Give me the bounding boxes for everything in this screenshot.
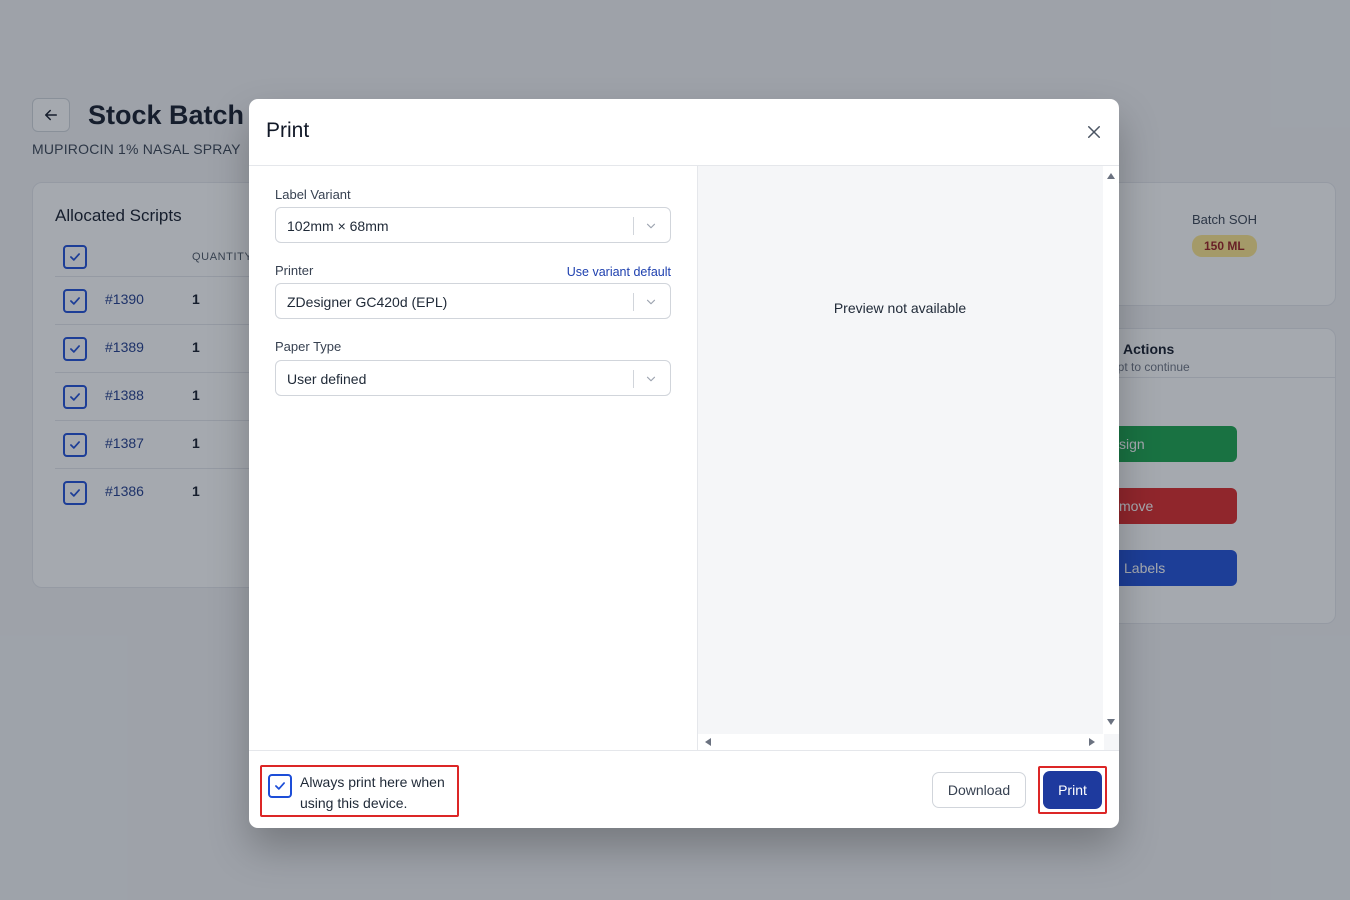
always-print-line2: using this device. — [300, 795, 408, 811]
label-variant-select[interactable]: 102mm × 68mm — [275, 207, 671, 243]
printer-select[interactable]: ZDesigner GC420d (EPL) — [275, 283, 671, 319]
close-icon — [1088, 126, 1100, 138]
dialog-header: Print — [249, 99, 1119, 166]
paper-type-value: User defined — [287, 371, 367, 387]
chevron-down-icon[interactable] — [642, 217, 660, 235]
print-dialog: Print Label Variant 102mm × 68mm Printer… — [249, 99, 1119, 828]
check-icon — [275, 782, 285, 790]
scroll-down-icon[interactable] — [1107, 719, 1115, 725]
select-separator — [633, 370, 634, 388]
scroll-up-icon[interactable] — [1107, 173, 1115, 179]
always-print-highlight: Always print here when using this device… — [260, 765, 459, 817]
always-print-line1: Always print here when — [300, 774, 445, 790]
dialog-title: Print — [266, 119, 310, 142]
print-settings-form: Label Variant 102mm × 68mm Printer Use v… — [249, 166, 697, 750]
paper-type-select[interactable]: User defined — [275, 360, 671, 396]
label-variant-label: Label Variant — [275, 187, 351, 202]
always-print-checkbox[interactable] — [268, 774, 292, 798]
horizontal-scrollbar[interactable] — [698, 734, 1104, 750]
paper-type-label: Paper Type — [275, 339, 342, 354]
print-button-highlight: Print — [1038, 766, 1107, 814]
scroll-right-icon[interactable] — [1089, 738, 1095, 746]
scroll-left-icon[interactable] — [705, 738, 711, 746]
select-separator — [633, 217, 634, 235]
dialog-footer: Always print here when using this device… — [249, 750, 1119, 828]
select-separator — [633, 293, 634, 311]
chevron-down-icon[interactable] — [642, 293, 660, 311]
always-print-label[interactable]: Always print here when using this device… — [300, 772, 460, 814]
close-button[interactable] — [1081, 119, 1107, 145]
vertical-scrollbar[interactable] — [1103, 166, 1119, 734]
print-preview-pane[interactable]: Preview not available — [697, 166, 1119, 750]
printer-value: ZDesigner GC420d (EPL) — [287, 294, 448, 310]
preview-message: Preview not available — [833, 300, 967, 316]
download-button[interactable]: Download — [932, 772, 1026, 808]
print-button[interactable]: Print — [1043, 771, 1102, 809]
use-variant-default-link[interactable]: Use variant default — [567, 265, 671, 279]
label-variant-value: 102mm × 68mm — [287, 218, 389, 234]
printer-label: Printer — [275, 263, 314, 278]
chevron-down-icon[interactable] — [642, 370, 660, 388]
